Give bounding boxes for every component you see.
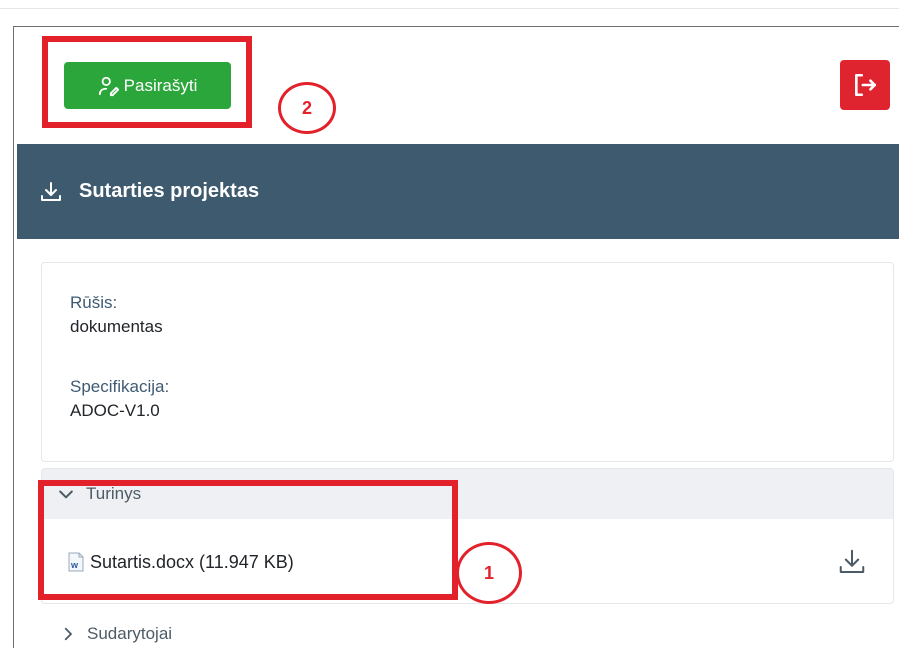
- parties-section-label: Sudarytojai: [87, 624, 173, 643]
- document-info-card: Rūšis: dokumentas Specifikacija: ADOC-V1…: [41, 262, 894, 462]
- top-divider: [0, 8, 899, 9]
- specification-label: Specifikacija:: [70, 377, 170, 396]
- download-file-icon[interactable]: [837, 547, 867, 577]
- annotation-marker-2: 2: [278, 82, 336, 134]
- document-title: Sutarties projektas: [79, 180, 260, 202]
- exit-button[interactable]: [840, 60, 890, 110]
- logout-icon: [855, 73, 877, 97]
- annotation-marker-1: 1: [456, 542, 522, 604]
- download-icon[interactable]: [39, 180, 63, 204]
- type-value: dokumentas: [70, 317, 163, 336]
- annotation-box-2: [42, 36, 252, 128]
- annotation-box-1: [38, 480, 458, 600]
- chevron-right-icon: [64, 627, 72, 641]
- document-header: Sutarties projektas: [17, 144, 899, 239]
- type-label: Rūšis:: [70, 293, 118, 312]
- specification-value: ADOC-V1.0: [70, 401, 160, 420]
- parties-section-toggle[interactable]: Sudarytojai: [59, 624, 172, 644]
